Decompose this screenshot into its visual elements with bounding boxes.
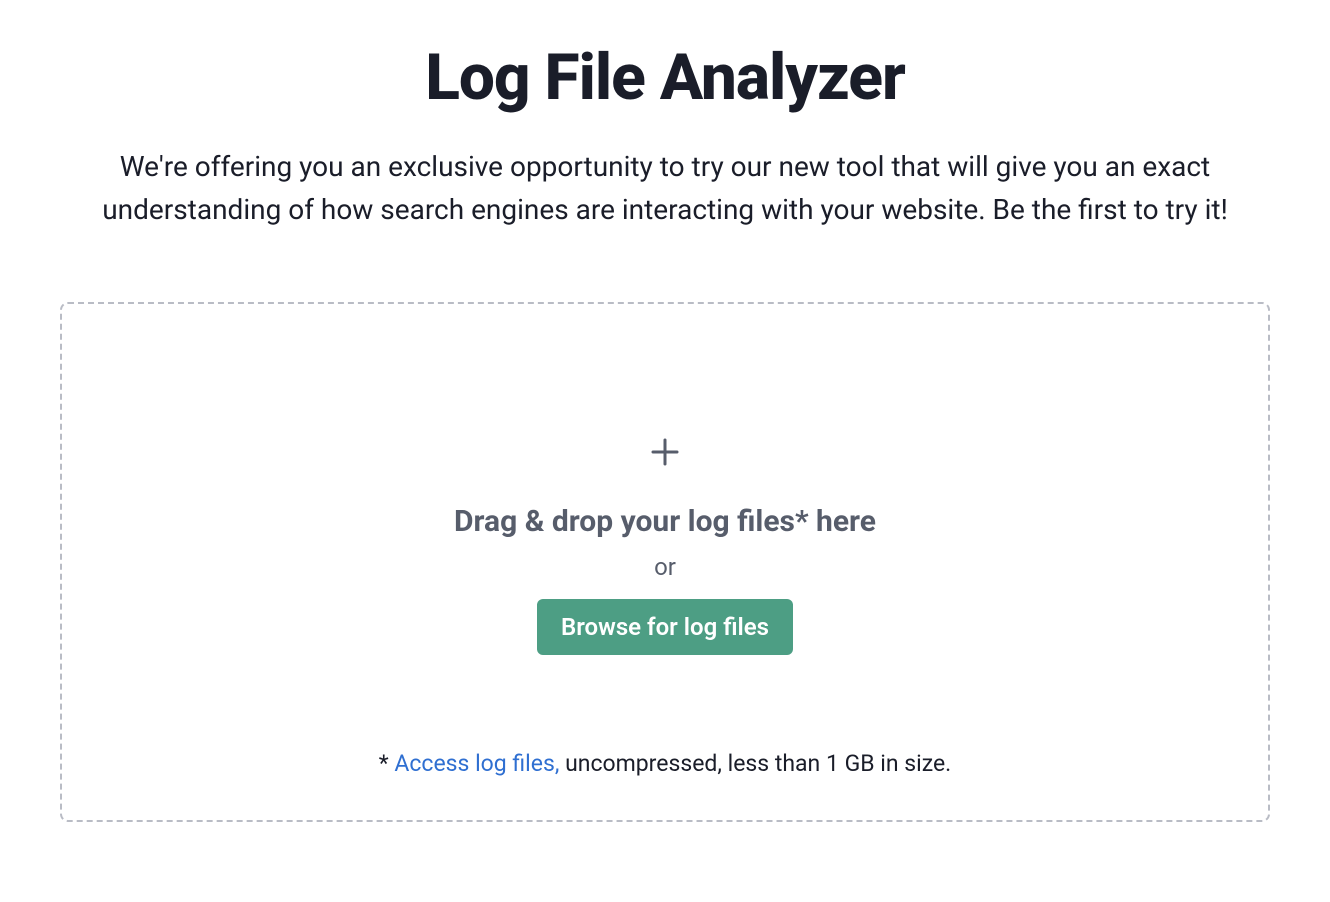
drag-drop-text: Drag & drop your log files* here xyxy=(454,504,876,539)
browse-files-button[interactable]: Browse for log files xyxy=(537,599,793,655)
page-title: Log File Analyzer xyxy=(425,40,905,115)
file-dropzone[interactable]: Drag & drop your log files* here or Brow… xyxy=(60,302,1270,822)
access-log-files-link[interactable]: Access log files, xyxy=(394,750,559,777)
footnote-suffix: uncompressed, less than 1 GB in size. xyxy=(559,750,951,777)
or-separator: or xyxy=(654,553,676,581)
footnote-text: * Access log files, uncompressed, less t… xyxy=(379,750,952,777)
main-container: Log File Analyzer We're offering you an … xyxy=(60,40,1270,822)
page-subtitle: We're offering you an exclusive opportun… xyxy=(75,145,1255,232)
footnote-prefix: * xyxy=(379,750,395,777)
plus-icon xyxy=(647,434,683,474)
